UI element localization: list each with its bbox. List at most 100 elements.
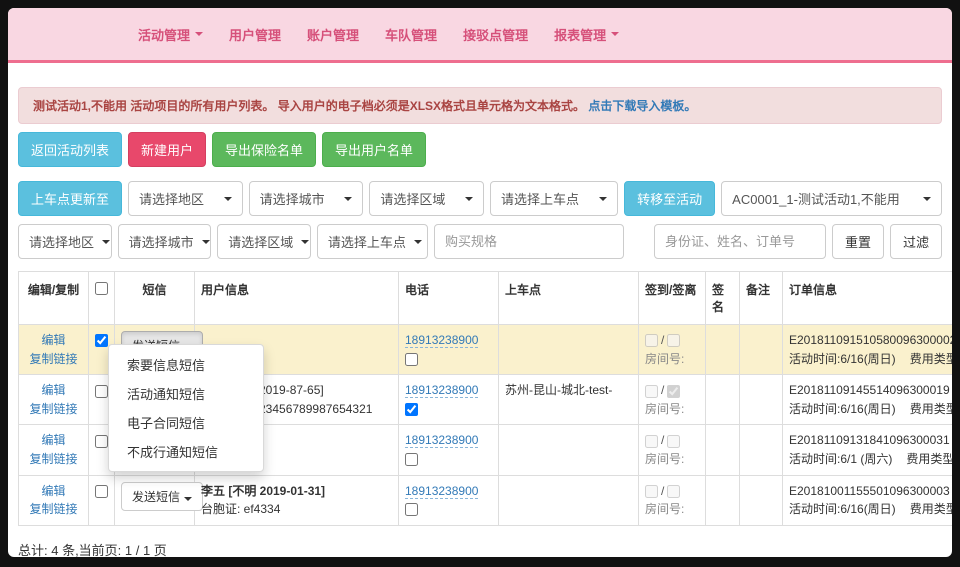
edit-link[interactable]: 编辑 <box>25 431 82 450</box>
nav-label: 活动管理 <box>138 25 190 44</box>
nav-item-shuttle-point-mgmt[interactable]: 接驳点管理 <box>463 25 528 44</box>
region-select[interactable]: 请选择地区 <box>128 181 243 216</box>
remark-cell <box>740 475 783 525</box>
copy-link[interactable]: 复制链接 <box>25 400 82 419</box>
edit-link[interactable]: 编辑 <box>25 482 82 501</box>
nav-item-activity-mgmt[interactable]: 活动管理 <box>138 25 203 44</box>
top-navbar: 活动管理 用户管理 账户管理 车队管理 接驳点管理 报表管理 <box>8 8 952 60</box>
menu-item-cancel-notice-sms[interactable]: 不成行通知短信 <box>109 437 263 466</box>
send-sms-button[interactable]: 发送短信 <box>121 482 203 511</box>
select-value: 请选择城市 <box>129 232 194 251</box>
phone-link[interactable]: 18913238900 <box>405 333 478 348</box>
room-number-label: 房间号: <box>645 350 699 369</box>
back-to-activity-list-button[interactable]: 返回活动列表 <box>18 132 122 167</box>
col-pickup: 上车点 <box>499 272 639 325</box>
filter-pickup-point-select[interactable]: 请选择上车点 <box>317 224 428 259</box>
filter-row-search: 请选择地区 请选择城市 请选择区域 请选择上车点 重置 过滤 <box>18 224 942 259</box>
sign-in-checkbox <box>645 435 658 448</box>
menu-item-request-info-sms[interactable]: 索要信息短信 <box>109 350 263 379</box>
nav-label: 账户管理 <box>307 25 359 44</box>
nav-item-fleet-mgmt[interactable]: 车队管理 <box>385 25 437 44</box>
copy-link[interactable]: 复制链接 <box>25 350 82 369</box>
row-checkbox[interactable] <box>95 485 108 498</box>
caret-down-icon <box>611 32 619 36</box>
row-checkbox[interactable] <box>95 334 108 347</box>
phone-checkbox[interactable] <box>405 453 418 466</box>
user-info-line2: 台胞证: ef4334 <box>201 500 392 519</box>
sms-button-label: 发送短信 <box>132 490 180 504</box>
row-checkbox[interactable] <box>95 385 108 398</box>
select-value: 请选择区域 <box>380 189 445 208</box>
nav-label: 车队管理 <box>385 25 437 44</box>
menu-item-e-contract-sms[interactable]: 电子合同短信 <box>109 408 263 437</box>
slash: / <box>661 333 664 347</box>
sign-in-checkbox <box>645 485 658 498</box>
caret-down-icon <box>102 240 110 244</box>
search-input[interactable] <box>654 224 826 259</box>
slash: / <box>661 433 664 447</box>
select-value: AC0001_1-测试活动1,不能用 <box>732 189 900 208</box>
select-all-checkbox[interactable] <box>95 282 108 295</box>
nav-item-report-mgmt[interactable]: 报表管理 <box>554 25 619 44</box>
caret-down-icon <box>923 197 931 201</box>
copy-link[interactable]: 复制链接 <box>25 500 82 519</box>
table-header-row: 编辑/复制 短信 用户信息 电话 上车点 签到/签离 签名 备注 订单信息 <box>19 272 953 325</box>
alert-text: 导入用户的电子档必须是XLSX格式且单元格为文本格式。 <box>278 99 585 113</box>
activity-time: 活动时间:6/1 (周六) <box>789 452 892 466</box>
caret-down-icon <box>301 240 309 244</box>
remark-cell <box>740 425 783 475</box>
fee-type: 费用类型 <box>910 352 952 366</box>
filter-district-select[interactable]: 请选择区域 <box>217 224 311 259</box>
filter-region-select[interactable]: 请选择地区 <box>18 224 112 259</box>
col-sign: 签到/签离 <box>639 272 706 325</box>
filter-city-select[interactable]: 请选择城市 <box>118 224 212 259</box>
city-select[interactable]: 请选择城市 <box>249 181 364 216</box>
phone-checkbox[interactable] <box>405 353 418 366</box>
phone-checkbox[interactable] <box>405 403 418 416</box>
table-row: 编辑 复制链接 发送短信 李五 [不明 2019-01-31]台胞证: ef43… <box>19 475 953 525</box>
phone-link[interactable]: 18913238900 <box>405 433 478 448</box>
edit-link[interactable]: 编辑 <box>25 331 82 350</box>
caret-down-icon <box>202 240 210 244</box>
new-user-button[interactable]: 新建用户 <box>128 132 206 167</box>
sms-dropdown-menu: 索要信息短信 活动通知短信 电子合同短信 不成行通知短信 <box>108 344 264 472</box>
phone-link[interactable]: 18913238900 <box>405 484 478 499</box>
export-user-list-button[interactable]: 导出用户名单 <box>322 132 426 167</box>
filter-row-update: 上车点更新至 请选择地区 请选择城市 请选择区域 请选择上车点 转移至活动 AC… <box>18 181 942 216</box>
export-insurance-list-button[interactable]: 导出保险名单 <box>212 132 316 167</box>
user-info: 李五 [不明 2019-01-31] <box>201 482 392 501</box>
target-activity-select[interactable]: AC0001_1-测试活动1,不能用 <box>721 181 942 216</box>
download-template-link[interactable]: 点击下载导入模板。 <box>588 99 696 113</box>
select-value: 请选择地区 <box>29 232 94 251</box>
pickup-point-select[interactable]: 请选择上车点 <box>490 181 618 216</box>
edit-link[interactable]: 编辑 <box>25 381 82 400</box>
nav-item-account-mgmt[interactable]: 账户管理 <box>307 25 359 44</box>
room-number-label: 房间号: <box>645 400 699 419</box>
copy-link[interactable]: 复制链接 <box>25 450 82 469</box>
district-select[interactable]: 请选择区域 <box>369 181 484 216</box>
alert-title: 测试活动1,不能用 活动项目的所有用户列表。 <box>33 99 274 113</box>
sign-out-checkbox <box>667 435 680 448</box>
menu-item-activity-notice-sms[interactable]: 活动通知短信 <box>109 379 263 408</box>
order-number: E20181109131841096300031 <box>789 431 952 450</box>
col-edit-copy: 编辑/复制 <box>19 272 89 325</box>
sign-in-checkbox <box>645 385 658 398</box>
col-order-info: 订单信息 <box>783 272 953 325</box>
signature-cell <box>706 475 740 525</box>
activity-time: 活动时间:6/16(周日) <box>789 352 896 366</box>
col-sms: 短信 <box>115 272 195 325</box>
app-window: 活动管理 用户管理 账户管理 车队管理 接驳点管理 报表管理 测试活动1,不能用… <box>8 8 952 557</box>
reset-button[interactable]: 重置 <box>832 224 884 259</box>
phone-link[interactable]: 18913238900 <box>405 383 478 398</box>
caret-down-icon <box>465 197 473 201</box>
filter-button[interactable]: 过滤 <box>890 224 942 259</box>
nav-label: 接驳点管理 <box>463 25 528 44</box>
transfer-to-activity-button[interactable]: 转移至活动 <box>624 181 715 216</box>
nav-item-user-mgmt[interactable]: 用户管理 <box>229 25 281 44</box>
room-number-label: 房间号: <box>645 500 699 519</box>
phone-checkbox[interactable] <box>405 503 418 516</box>
purchase-spec-input[interactable] <box>434 224 624 259</box>
actions-row: 返回活动列表 新建用户 导出保险名单 导出用户名单 <box>18 132 942 167</box>
update-pickup-point-button[interactable]: 上车点更新至 <box>18 181 122 216</box>
row-checkbox[interactable] <box>95 435 108 448</box>
